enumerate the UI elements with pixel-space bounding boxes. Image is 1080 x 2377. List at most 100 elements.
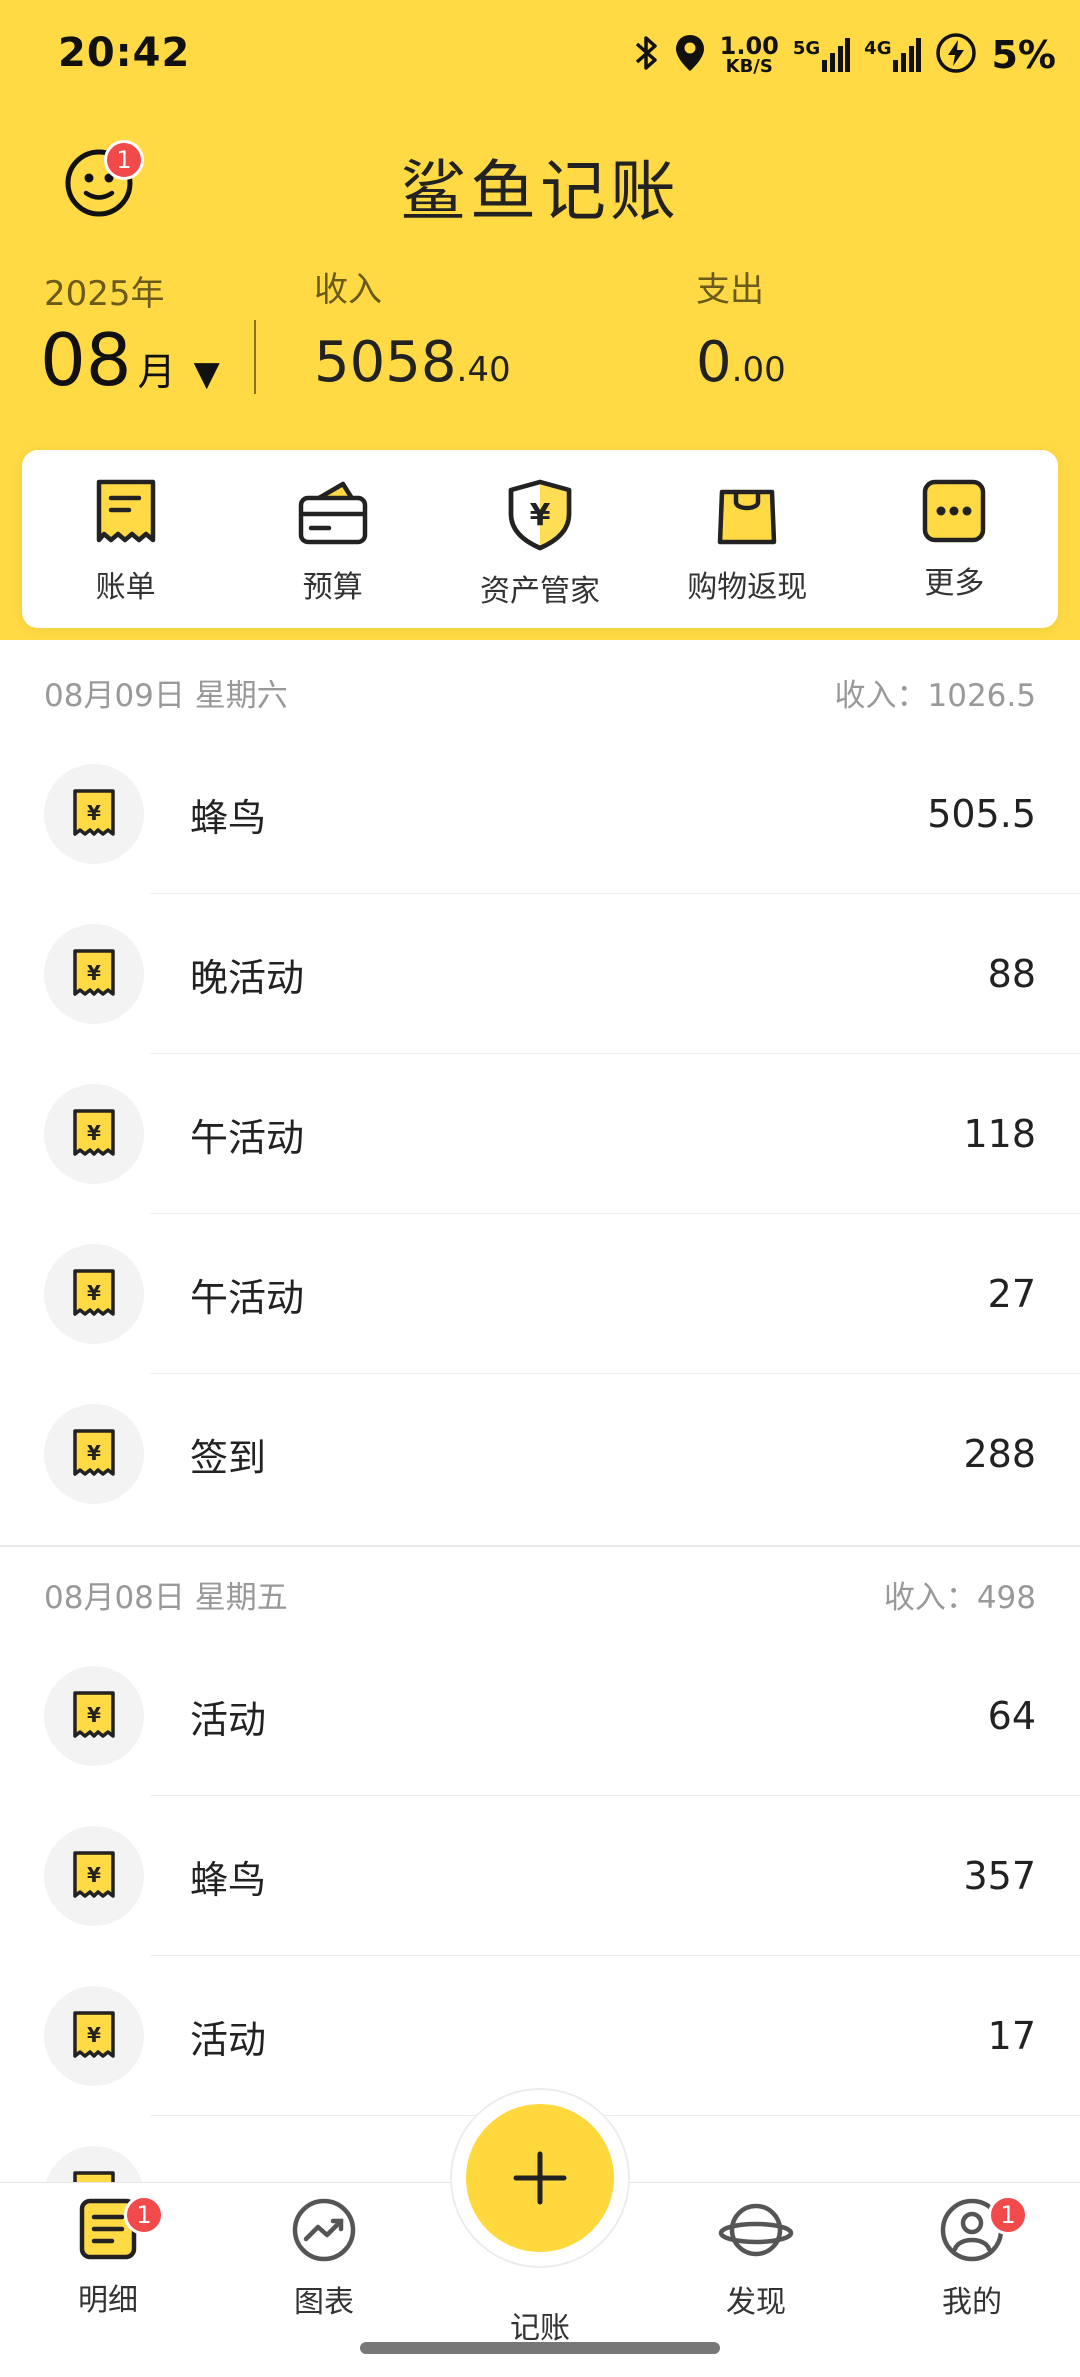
location-icon	[674, 33, 706, 77]
caret-down-icon: ▼	[193, 354, 220, 394]
status-time: 20:42	[58, 30, 191, 76]
receipt-yen-icon: ¥	[44, 1826, 144, 1926]
chart-trend-icon	[292, 2198, 356, 2262]
day-income-summary: 收入：498	[883, 1579, 1036, 1616]
day-separator	[0, 1545, 1080, 1547]
quick-action-more[interactable]: 更多	[851, 450, 1058, 628]
nav-label: 记账	[510, 2311, 570, 2346]
receipt-yen-icon: ¥	[44, 1244, 144, 1344]
quick-action-bill[interactable]: 账单	[22, 450, 229, 628]
nav-badge: 1	[124, 2195, 164, 2235]
day-income-summary: 收入：1026.5	[834, 677, 1036, 714]
nav-mine[interactable]: 我的 1	[892, 2195, 1052, 2321]
day-header: 08月09日 星期六 收入：1026.5	[44, 662, 1036, 722]
budget-wallet-icon	[298, 481, 368, 545]
receipt-yen-icon: ¥	[44, 1084, 144, 1184]
receipt-yen-icon: ¥	[44, 1404, 144, 1504]
item-amount: 64	[987, 1694, 1036, 1738]
item-name: 活动	[190, 2017, 267, 2062]
receipt-yen-icon: ¥	[44, 1986, 144, 2086]
item-amount: 27	[987, 1272, 1036, 1316]
signal-5g-icon: 5G	[793, 38, 851, 72]
nav-discover[interactable]: 发现	[676, 2197, 836, 2321]
day-date: 08月08日 星期五	[44, 1579, 288, 1616]
nav-badge: 1	[988, 2195, 1028, 2235]
list-item[interactable]: ¥ 活动 64	[0, 1636, 1080, 1796]
svg-text:¥: ¥	[87, 1281, 101, 1305]
quick-action-label: 账单	[95, 570, 156, 605]
asset-shield-icon: ¥	[508, 479, 572, 551]
nav-record-label-wrap: 记账	[460, 2303, 620, 2347]
bill-icon	[96, 479, 155, 543]
list-item[interactable]: ¥ 蜂鸟 505.5	[0, 734, 1080, 894]
day-date: 08月09日 星期六	[44, 677, 288, 714]
svg-text:¥: ¥	[87, 1863, 101, 1887]
home-indicator[interactable]	[360, 2342, 720, 2354]
svg-text:¥: ¥	[87, 1121, 101, 1145]
signal-4g-icon: 4G	[864, 38, 922, 72]
list-item[interactable]: ¥ 午活动 27	[0, 1214, 1080, 1374]
plus-icon	[513, 2151, 567, 2205]
battery-level: 5%	[991, 33, 1056, 77]
add-record-button[interactable]	[466, 2104, 614, 2252]
expense-total: 0.00	[696, 330, 786, 395]
item-name: 活动	[190, 1697, 267, 1742]
battery-charging-icon	[935, 32, 977, 78]
app-title: 鲨鱼记账	[400, 153, 680, 230]
svg-text:¥: ¥	[87, 1441, 101, 1465]
quick-actions-card: 账单 预算 ¥ 资产管家 购物返现 更多	[22, 450, 1058, 628]
shopping-bag-icon	[717, 489, 777, 545]
item-name: 晚活动	[190, 955, 305, 1000]
net-speed: 1.00 KB/S	[719, 32, 779, 77]
item-amount: 505.5	[927, 792, 1036, 836]
quick-action-assets[interactable]: ¥ 资产管家	[436, 450, 643, 628]
quick-action-label: 购物返现	[687, 570, 808, 605]
status-icons: 1.00 KB/S 5G 4G 5%	[634, 32, 1056, 78]
receipt-yen-icon: ¥	[44, 764, 144, 864]
nav-details[interactable]: 明细 1	[28, 2195, 188, 2319]
more-icon	[923, 479, 986, 543]
item-name: 午活动	[190, 1275, 305, 1320]
nav-label: 我的	[942, 2285, 1002, 2320]
list-item[interactable]: ¥ 蜂鸟 357	[0, 1796, 1080, 1956]
item-name: 蜂鸟	[190, 1857, 267, 1902]
item-amount: 357	[963, 1854, 1036, 1898]
planet-icon	[718, 2203, 794, 2257]
item-amount: 288	[963, 1432, 1036, 1476]
item-amount: 17	[987, 2014, 1036, 2058]
list-item[interactable]: ¥ 签到 288	[0, 1374, 1080, 1534]
nav-label: 发现	[726, 2285, 786, 2320]
list-item[interactable]: ¥ 午活动 118	[0, 1054, 1080, 1214]
receipt-yen-icon: ¥	[44, 1666, 144, 1766]
nav-label: 明细	[78, 2283, 138, 2318]
item-name: 蜂鸟	[190, 795, 267, 840]
month-value: 08	[40, 318, 132, 402]
svg-text:¥: ¥	[87, 2023, 101, 2047]
item-amount: 88	[987, 952, 1036, 996]
income-label: 收入	[314, 270, 382, 310]
day-header: 08月08日 星期五 收入：498	[44, 1564, 1036, 1624]
quick-action-label: 更多	[924, 566, 985, 601]
expense-label: 支出	[696, 270, 764, 310]
month-picker[interactable]: 08 月 ▼	[40, 318, 220, 402]
svg-text:¥: ¥	[530, 498, 551, 533]
nav-charts[interactable]: 图表	[244, 2197, 404, 2321]
month-unit: 月	[137, 350, 176, 394]
item-name: 午活动	[190, 1115, 305, 1160]
receipt-yen-icon: ¥	[44, 924, 144, 1024]
status-bar: 20:42 1.00 KB/S 5G 4G 5%	[0, 0, 1080, 120]
svg-text:¥: ¥	[87, 1703, 101, 1727]
quick-action-shopping[interactable]: 购物返现	[644, 450, 851, 628]
receipt-yen-icon	[44, 2146, 144, 2182]
divider	[254, 320, 256, 394]
list-item[interactable]: ¥ 晚活动 88	[0, 894, 1080, 1054]
bluetooth-icon	[634, 34, 660, 76]
nav-label: 图表	[294, 2285, 354, 2320]
income-total: 5058.40	[314, 330, 511, 395]
quick-action-label: 预算	[302, 570, 363, 605]
year-label: 2025年	[44, 274, 165, 314]
quick-action-label: 资产管家	[480, 574, 600, 609]
svg-text:¥: ¥	[87, 801, 101, 825]
quick-action-budget[interactable]: 预算	[229, 450, 436, 628]
item-name: 签到	[190, 1435, 267, 1480]
